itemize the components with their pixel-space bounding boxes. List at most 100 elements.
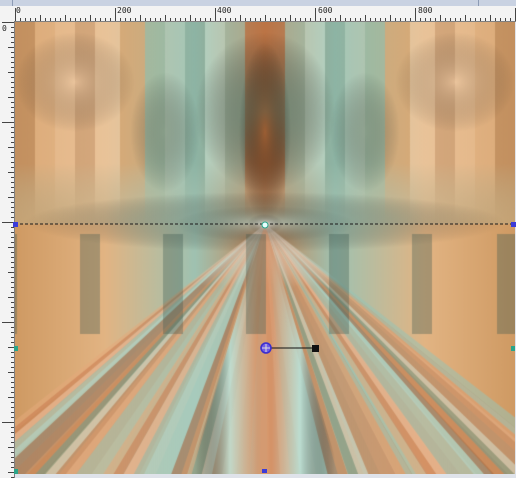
ruler-tick	[445, 18, 446, 21]
ruler-tick	[125, 18, 126, 21]
ruler-tick	[480, 18, 481, 21]
ruler-tick	[465, 15, 466, 21]
square-handle-icon[interactable]	[312, 345, 319, 352]
ruler-tick	[85, 18, 86, 21]
ruler-tick	[70, 18, 71, 21]
ruler-tick	[11, 352, 14, 353]
ruler-tick	[95, 18, 96, 21]
ruler-tick	[20, 18, 21, 21]
ruler-tick	[310, 18, 311, 21]
ruler-tick	[11, 377, 14, 378]
ruler-tick	[430, 18, 431, 21]
ruler-tick	[500, 18, 501, 21]
crosshair-circle-icon[interactable]	[260, 342, 272, 354]
ruler-tick	[11, 327, 14, 328]
ruler-tick	[11, 132, 14, 133]
ruler-tick	[440, 15, 441, 21]
ruler-tick	[11, 27, 14, 28]
ruler-tick	[11, 292, 14, 293]
ruler-tick	[11, 337, 14, 338]
right-mid-handle[interactable]	[511, 346, 515, 351]
ruler-tick	[120, 18, 121, 21]
ruler-tick	[410, 18, 411, 21]
ruler-tick	[345, 18, 346, 21]
ruler-tick	[475, 18, 476, 21]
ruler-tick	[115, 8, 116, 21]
ruler-tick	[305, 18, 306, 21]
ruler-corner	[0, 6, 15, 22]
guide-left-handle[interactable]	[13, 222, 18, 227]
ruler-tick	[11, 42, 14, 43]
ruler-tick	[11, 167, 14, 168]
ruler-label-600: 600	[318, 6, 333, 15]
ruler-tick	[105, 18, 106, 21]
image-canvas[interactable]	[15, 22, 515, 474]
ruler-tick	[25, 18, 26, 21]
bottom-mid-handle[interactable]	[262, 469, 267, 473]
ruler-tick	[415, 8, 416, 21]
ruler-tick	[400, 18, 401, 21]
ruler-tick	[8, 397, 14, 398]
vertical-ruler[interactable]: 0	[0, 21, 15, 478]
ruler-tick	[285, 18, 286, 21]
ruler-tick	[11, 387, 14, 388]
ruler-tick	[245, 18, 246, 21]
ruler-tick	[220, 18, 221, 21]
ruler-tick	[505, 18, 506, 21]
ruler-tick	[11, 452, 14, 453]
ruler-tick	[11, 392, 14, 393]
ruler-tick	[290, 15, 291, 21]
ruler-tick	[11, 267, 14, 268]
ruler-tick	[260, 18, 261, 21]
vanishing-point-handle[interactable]	[261, 221, 269, 229]
ruler-tick	[11, 62, 14, 63]
ruler-tick	[11, 252, 14, 253]
ruler-tick	[8, 197, 14, 198]
guide-right-handle[interactable]	[511, 222, 516, 227]
ruler-tick	[365, 15, 366, 21]
ruler-tick	[11, 467, 14, 468]
ruler-tick	[11, 427, 14, 428]
ruler-tick	[11, 407, 14, 408]
ruler-tick	[11, 417, 14, 418]
ruler-tick	[11, 412, 14, 413]
ruler-tick	[300, 18, 301, 21]
ruler-tick	[360, 18, 361, 21]
ruler-tick	[8, 247, 14, 248]
ruler-tick	[11, 402, 14, 403]
bottom-left-handle[interactable]	[14, 469, 18, 474]
ruler-label-800: 800	[418, 6, 433, 15]
ruler-tick	[8, 447, 14, 448]
image-editor-window: 0 200 400 600 800 0	[0, 0, 516, 478]
ruler-tick	[2, 322, 14, 323]
ruler-tick	[330, 18, 331, 21]
left-mid-handle[interactable]	[14, 346, 18, 351]
ruler-tick	[11, 107, 14, 108]
ruler-tick	[11, 142, 14, 143]
ruler-tick	[11, 257, 14, 258]
ruler-tick	[11, 77, 14, 78]
ruler-tick	[11, 312, 14, 313]
ruler-tick	[65, 15, 66, 21]
ruler-tick	[11, 67, 14, 68]
ruler-tick	[395, 18, 396, 21]
ruler-tick	[8, 297, 14, 298]
radial-blur-image[interactable]	[15, 22, 515, 474]
ruler-tick	[510, 18, 511, 21]
ruler-tick	[60, 18, 61, 21]
ruler-tick	[165, 15, 166, 21]
ruler-tick	[200, 18, 201, 21]
ruler-tick	[90, 15, 91, 21]
ruler-tick	[11, 442, 14, 443]
ruler-tick	[11, 382, 14, 383]
ruler-tick	[11, 432, 14, 433]
ruler-tick	[435, 18, 436, 21]
ruler-tick	[385, 18, 386, 21]
ruler-tick	[11, 342, 14, 343]
ruler-tick	[11, 92, 14, 93]
ruler-tick	[11, 87, 14, 88]
ruler-tick	[11, 102, 14, 103]
ruler-tick	[11, 457, 14, 458]
ruler-tick	[320, 18, 321, 21]
horizontal-ruler[interactable]: 0 200 400 600 800	[14, 6, 516, 22]
